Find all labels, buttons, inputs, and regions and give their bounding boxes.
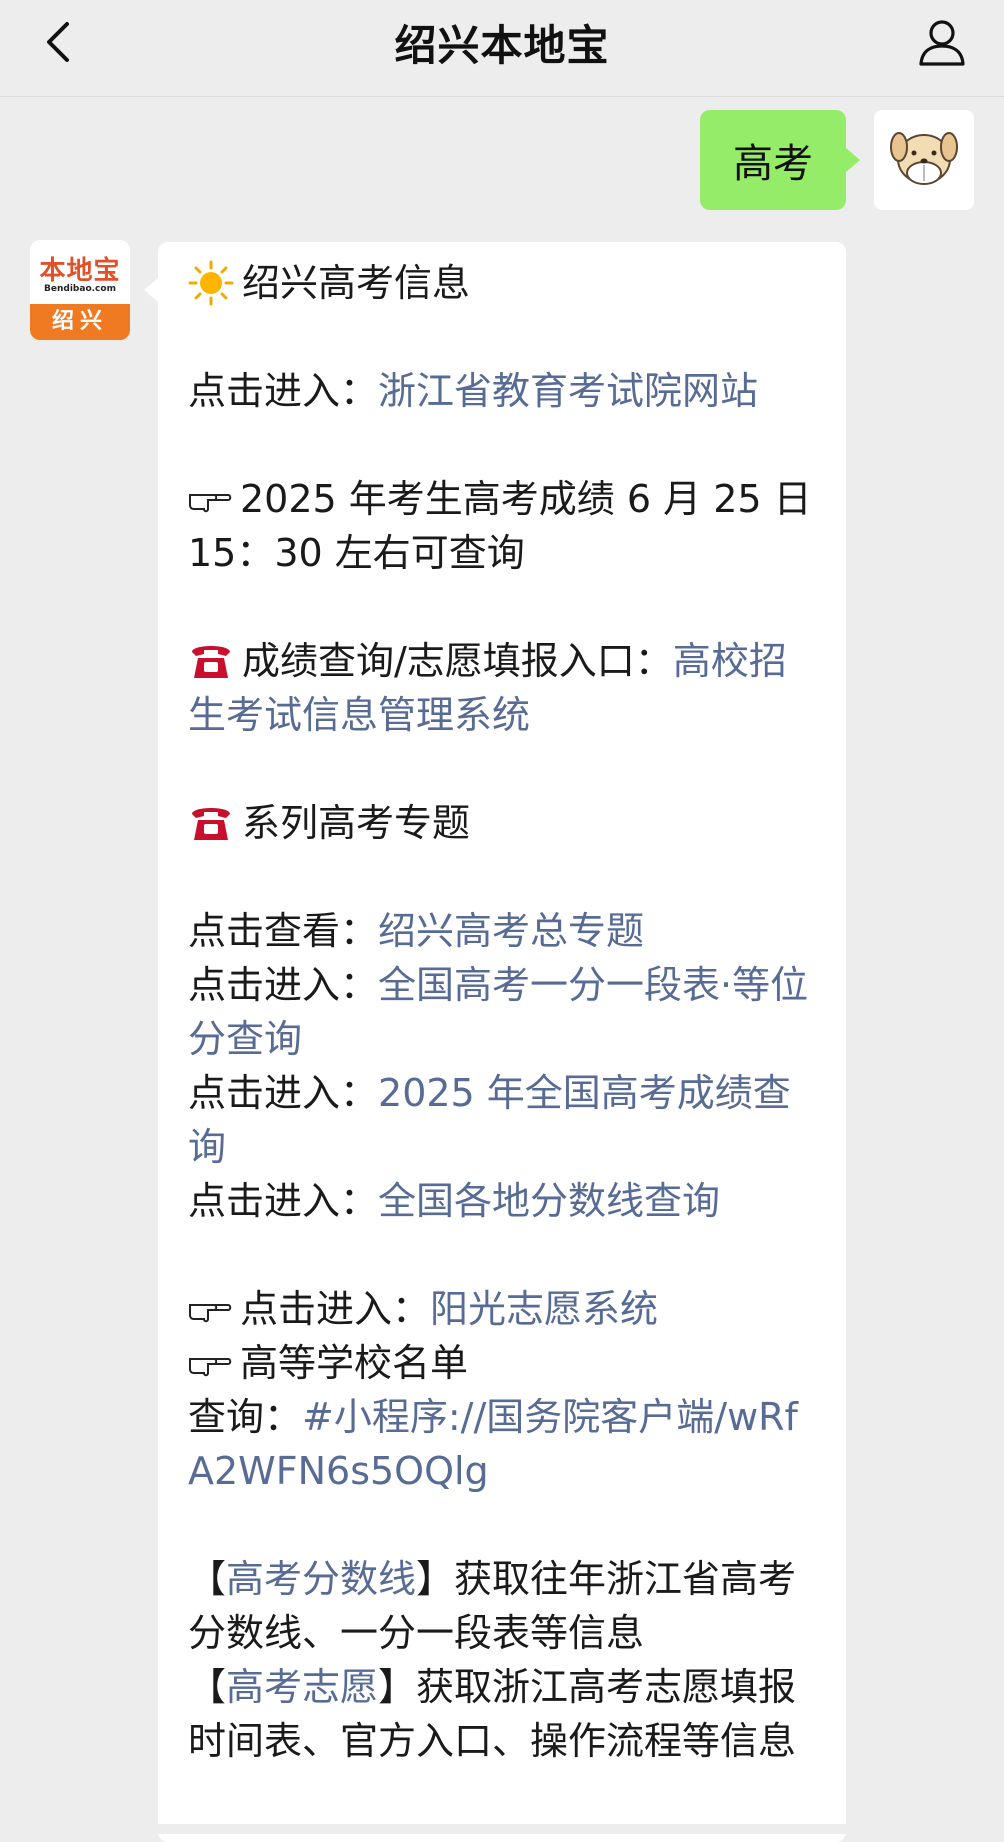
telephone-icon xyxy=(192,645,230,678)
person-icon xyxy=(919,20,965,66)
keyword-line: 【高考志愿】获取浙江高考志愿填报时间表、官方入口、操作流程等信息 xyxy=(188,1665,797,1763)
profile-button[interactable] xyxy=(910,10,974,74)
telephone-icon xyxy=(192,807,230,840)
topic-link[interactable]: 绍兴高考总专题 xyxy=(378,909,644,953)
logo-city: 绍兴 xyxy=(30,304,130,340)
topic-line: 点击进入：全国高考一分一段表·等位分查询 xyxy=(188,963,809,1061)
query-line: 查询：#小程序://国务院客户端/wRfA2WFN6s5OQlg xyxy=(188,1395,798,1493)
edu-site-line: 点击进入：浙江省教育考试院网站 xyxy=(188,369,759,413)
sent-message-bubble[interactable]: 高考 xyxy=(700,110,860,210)
sunshine-line: 点击进入：阳光志愿系统 xyxy=(188,1282,816,1336)
pointing-hand-icon xyxy=(189,493,232,512)
user-avatar[interactable] xyxy=(874,110,974,210)
pointing-hand-icon xyxy=(189,1303,232,1322)
keyword-link[interactable]: 高考志愿 xyxy=(226,1665,378,1709)
score-notice: 2025 年考生高考成绩 6 月 25 日 15：30 左右可查询 xyxy=(188,477,812,575)
page-title: 绍兴本地宝 xyxy=(394,21,610,70)
bendibao-avatar[interactable]: 本地宝 Bendibao.com 绍兴 xyxy=(30,240,130,340)
topic-line: 点击进入：全国各地分数线查询 xyxy=(188,1179,721,1223)
logo-domain: Bendibao.com xyxy=(44,284,116,294)
puppy-avatar-icon xyxy=(890,132,958,185)
topic-line: 点击进入：2025 年全国高考成绩查询 xyxy=(188,1071,791,1169)
logo-text: 本地宝 xyxy=(39,256,121,286)
reply-heading: 绍兴高考信息 xyxy=(188,256,816,310)
sun-icon xyxy=(188,260,234,305)
pointing-hand-icon xyxy=(189,1357,232,1376)
entry-line: 成绩查询/志愿填报入口：高校招生考试信息管理系统 xyxy=(188,639,787,737)
bottom-edge xyxy=(0,1824,1004,1834)
sunshine-system-link[interactable]: 阳光志愿系统 xyxy=(430,1287,658,1331)
schools-line: 高等学校名单 xyxy=(188,1336,816,1390)
keyword-line: 【高考分数线】获取往年浙江省高考分数线、一分一段表等信息 xyxy=(188,1557,797,1655)
reply-message-bubble: 绍兴高考信息 点击进入：浙江省教育考试院网站 2025 年考生高考成绩 6 月 … xyxy=(144,242,846,1842)
keyword-link[interactable]: 高考分数线 xyxy=(226,1557,416,1601)
top-navigation-bar: 绍兴本地宝 xyxy=(0,0,1004,97)
edu-exam-site-link[interactable]: 浙江省教育考试院网站 xyxy=(378,369,758,413)
series-title: 系列高考专题 xyxy=(188,796,816,850)
sent-message-text: 高考 xyxy=(733,141,813,187)
topic-line: 点击查看：绍兴高考总专题 xyxy=(188,909,645,953)
topic-link[interactable]: 全国各地分数线查询 xyxy=(378,1179,720,1223)
